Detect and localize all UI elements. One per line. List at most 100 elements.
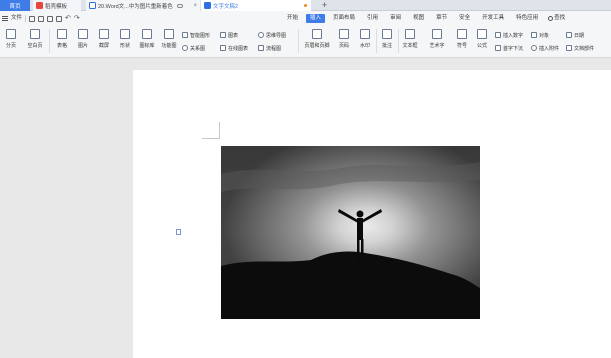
icon-library-button[interactable]: 图标库 bbox=[136, 29, 158, 49]
search-button[interactable]: 查找 bbox=[548, 14, 565, 23]
function-chart-button[interactable]: 功能图 bbox=[158, 29, 180, 49]
tab-document-20-label: 20.Word文...中为图片重新着色 bbox=[98, 3, 173, 10]
page-number-button[interactable]: 页码 bbox=[333, 29, 355, 49]
document-icon bbox=[89, 2, 96, 9]
cloud-sync-icon bbox=[176, 3, 183, 8]
omega-icon bbox=[457, 29, 467, 39]
pi-icon bbox=[477, 29, 487, 39]
attachment-label: 插入附件 bbox=[539, 45, 560, 52]
print-preview-icon[interactable] bbox=[56, 15, 63, 22]
tab-close-icon[interactable]: × bbox=[193, 3, 197, 9]
attachment-button[interactable]: 插入附件 bbox=[531, 44, 559, 52]
undo-icon[interactable]: ↶ bbox=[65, 14, 71, 23]
online-chart-button[interactable]: 在线图表 bbox=[220, 44, 248, 52]
drop-cap-icon bbox=[495, 45, 501, 51]
table-button[interactable]: 表格 bbox=[51, 29, 73, 49]
table-icon bbox=[57, 29, 67, 39]
screenshot-icon bbox=[99, 29, 109, 39]
shapes-button[interactable]: 形状 bbox=[114, 29, 136, 49]
header-footer-button[interactable]: 页眉和页脚 bbox=[303, 29, 331, 49]
insert-number-icon bbox=[495, 32, 501, 38]
menu-start[interactable]: 开始 bbox=[283, 14, 302, 23]
icon-library-label: 图标库 bbox=[139, 43, 155, 49]
tab-home-label: 首页 bbox=[9, 3, 21, 10]
header-footer-label: 页眉和页脚 bbox=[304, 43, 330, 49]
textbox-button[interactable]: 文本框 bbox=[399, 29, 421, 49]
separator bbox=[298, 29, 299, 53]
print-icon[interactable] bbox=[47, 15, 54, 22]
date-button[interactable]: 日期 bbox=[566, 31, 584, 39]
redo-icon[interactable]: ↷ bbox=[74, 14, 80, 23]
doc-parts-button[interactable]: 文档部件 bbox=[566, 44, 594, 52]
picture-icon bbox=[78, 29, 88, 39]
object-button[interactable]: 对象 bbox=[531, 31, 549, 39]
menu-page-layout[interactable]: 页面布局 bbox=[329, 14, 359, 23]
watermark-button[interactable]: 水印 bbox=[354, 29, 376, 49]
formula-button[interactable]: 公式 bbox=[471, 29, 493, 49]
blank-page-icon bbox=[30, 29, 40, 39]
save-icon[interactable] bbox=[29, 15, 36, 22]
menu-developer[interactable]: 开发工具 bbox=[478, 14, 508, 23]
icon-library-icon bbox=[142, 29, 152, 39]
relation-map-icon bbox=[182, 45, 188, 51]
file-menu[interactable]: 文件 bbox=[11, 14, 22, 23]
smart-graphic-button[interactable]: 智能图形 bbox=[182, 31, 210, 39]
insert-number-button[interactable]: 插入数字 bbox=[495, 31, 523, 39]
drop-cap-label: 首字下沉 bbox=[503, 45, 524, 52]
separator bbox=[25, 15, 27, 22]
doc-parts-label: 文档部件 bbox=[574, 45, 595, 52]
paragraph-layout-icon[interactable]: · bbox=[176, 229, 183, 236]
word-doc-icon bbox=[204, 2, 211, 9]
date-label: 日期 bbox=[574, 32, 585, 39]
relation-map-button[interactable]: 关系图 bbox=[182, 44, 205, 52]
mind-map-icon bbox=[258, 32, 264, 38]
wordart-button[interactable]: 艺术字 bbox=[426, 29, 448, 49]
comment-button[interactable]: 批注 bbox=[376, 29, 398, 49]
hamburger-icon[interactable] bbox=[2, 16, 8, 21]
object-label: 对象 bbox=[539, 32, 550, 39]
menu-security[interactable]: 安全 bbox=[455, 14, 474, 23]
export-pdf-icon[interactable] bbox=[38, 15, 45, 22]
relation-map-label: 关系图 bbox=[190, 45, 206, 52]
formula-label: 公式 bbox=[476, 43, 487, 49]
picture-button[interactable]: 图片 bbox=[72, 29, 94, 49]
new-tab-button[interactable]: + bbox=[322, 0, 327, 11]
comment-label: 批注 bbox=[381, 43, 392, 49]
textbox-icon bbox=[405, 29, 415, 39]
menu-review[interactable]: 审阅 bbox=[386, 14, 405, 23]
symbol-button[interactable]: 符号 bbox=[451, 29, 473, 49]
chart-label: 图表 bbox=[228, 32, 239, 39]
unsaved-dot-icon bbox=[304, 4, 307, 7]
date-icon bbox=[566, 32, 572, 38]
docer-icon bbox=[36, 2, 43, 9]
inserted-photo[interactable] bbox=[221, 146, 480, 319]
smart-graphic-icon bbox=[182, 32, 188, 38]
screenshot-button[interactable]: 截屏 bbox=[93, 29, 115, 49]
menu-featured-apps[interactable]: 特色应用 bbox=[512, 14, 542, 23]
menu-view[interactable]: 视图 bbox=[409, 14, 428, 23]
page-number-icon bbox=[339, 29, 349, 39]
menu-insert[interactable]: 插入 bbox=[306, 14, 326, 23]
shapes-icon bbox=[120, 29, 130, 39]
tab-document-2[interactable]: 文字文稿2 bbox=[201, 0, 311, 11]
flowchart-button[interactable]: 流程图 bbox=[258, 44, 281, 52]
menu-references[interactable]: 引用 bbox=[363, 14, 382, 23]
margin-corner-mark bbox=[219, 122, 220, 138]
tab-bar: 首页 稻壳模板 20.Word文...中为图片重新着色 × 文字文稿2 + bbox=[0, 0, 611, 11]
textbox-label: 文本框 bbox=[402, 43, 418, 49]
mind-map-button[interactable]: 思维导图 bbox=[258, 31, 286, 39]
tab-document-20[interactable]: 20.Word文...中为图片重新着色 × bbox=[86, 0, 200, 11]
function-chart-label: 功能图 bbox=[161, 43, 177, 49]
flowchart-icon bbox=[258, 45, 264, 51]
page-break-button[interactable]: 分页 bbox=[0, 29, 22, 49]
menu-sections[interactable]: 章节 bbox=[432, 14, 451, 23]
drop-cap-button[interactable]: 首字下沉 bbox=[495, 44, 523, 52]
tab-docer-templates[interactable]: 稻壳模板 bbox=[33, 0, 81, 11]
tab-home[interactable]: 首页 bbox=[0, 0, 30, 11]
table-label: 表格 bbox=[56, 43, 67, 49]
quick-access-toolbar: 文件 ↶ ↷ bbox=[2, 14, 80, 23]
symbol-label: 符号 bbox=[456, 43, 467, 49]
chart-button[interactable]: 图表 bbox=[220, 31, 238, 39]
page-break-icon bbox=[6, 29, 16, 39]
blank-page-button[interactable]: 空白页 bbox=[24, 29, 46, 49]
